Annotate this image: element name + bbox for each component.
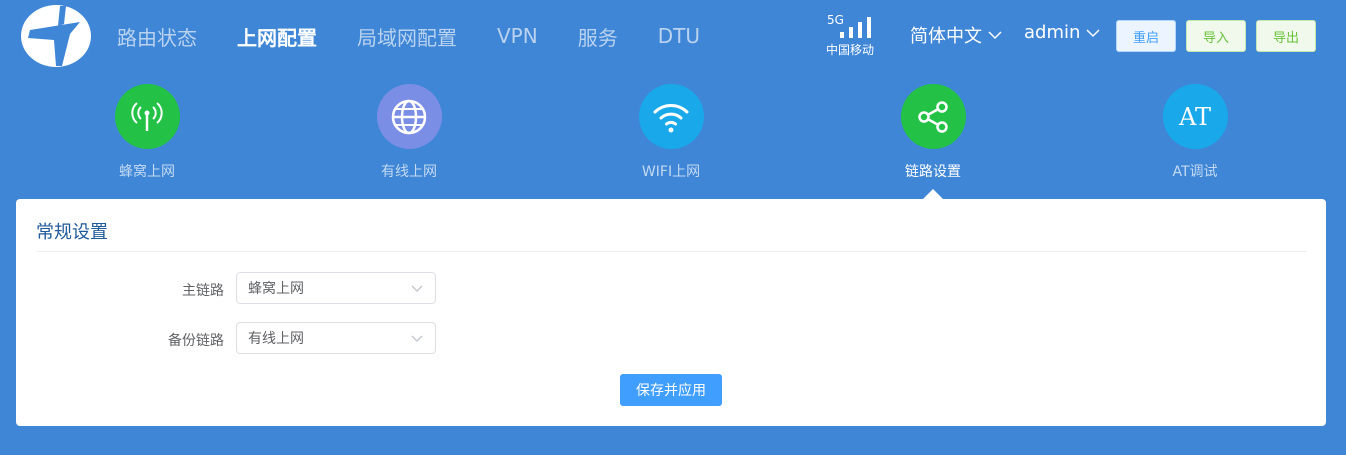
- chevron-down-icon: [1086, 28, 1100, 37]
- carrier-name: 中国移动: [826, 43, 875, 57]
- card-title: 常规设置: [36, 222, 108, 243]
- at-icon: AT: [1162, 84, 1228, 149]
- nav-item-internet-config[interactable]: 上网配置: [237, 22, 317, 51]
- logo: [20, 4, 92, 68]
- divider: [36, 251, 1306, 252]
- user-dropdown[interactable]: admin: [1024, 22, 1100, 43]
- export-button[interactable]: 导出: [1256, 20, 1316, 52]
- main-nav: 路由状态 上网配置 局域网配置 VPN 服务 DTU: [117, 0, 740, 72]
- main-link-value: 蜂窝上网: [248, 281, 304, 297]
- signal-indicator: 5G 中国移动: [826, 12, 886, 58]
- tab-label: AT调试: [1172, 164, 1218, 180]
- nav-item-lan-config[interactable]: 局域网配置: [357, 22, 457, 51]
- import-button[interactable]: 导入: [1186, 20, 1246, 52]
- chevron-down-icon: [411, 285, 423, 292]
- backup-link-select[interactable]: 有线上网: [236, 322, 436, 354]
- globe-icon: [376, 84, 442, 149]
- username: admin: [1024, 22, 1081, 43]
- save-apply-button[interactable]: 保存并应用: [620, 374, 722, 406]
- tab-wifi[interactable]: WIFI上网: [611, 84, 731, 181]
- active-tab-pointer: [923, 189, 943, 199]
- nav-item-dtu[interactable]: DTU: [658, 24, 700, 48]
- tab-cellular[interactable]: 蜂窝上网: [87, 84, 207, 181]
- language-dropdown[interactable]: 简体中文: [910, 22, 1002, 48]
- chevron-down-icon: [988, 31, 1002, 40]
- wifi-icon: [638, 84, 704, 149]
- logo-icon: [21, 5, 91, 67]
- tab-wired[interactable]: 有线上网: [349, 84, 469, 181]
- backup-link-value: 有线上网: [248, 331, 304, 347]
- language-label: 简体中文: [910, 26, 982, 47]
- nav-item-services[interactable]: 服务: [578, 22, 618, 51]
- backup-link-label: 备份链路: [168, 333, 224, 349]
- tab-label: 蜂窝上网: [119, 164, 175, 180]
- antenna-icon: [114, 84, 180, 149]
- main-link-select[interactable]: 蜂窝上网: [236, 272, 436, 304]
- nav-item-router-status[interactable]: 路由状态: [117, 22, 197, 51]
- chevron-down-icon: [411, 335, 423, 342]
- nav-item-vpn[interactable]: VPN: [497, 24, 538, 48]
- main-link-label: 主链路: [182, 283, 224, 299]
- tab-label: WIFI上网: [641, 164, 701, 180]
- tab-link-settings[interactable]: 链路设置: [873, 84, 993, 181]
- settings-card: 常规设置 主链路 蜂窝上网 备份链路 有线上网 保存并应用: [16, 199, 1326, 426]
- reboot-button[interactable]: 重启: [1116, 20, 1176, 52]
- share-icon: [900, 84, 966, 149]
- signal-bars-icon: [840, 14, 880, 38]
- tab-label: 链路设置: [905, 164, 961, 180]
- tab-label: 有线上网: [381, 164, 437, 180]
- tab-at-debug[interactable]: AT AT调试: [1135, 84, 1255, 181]
